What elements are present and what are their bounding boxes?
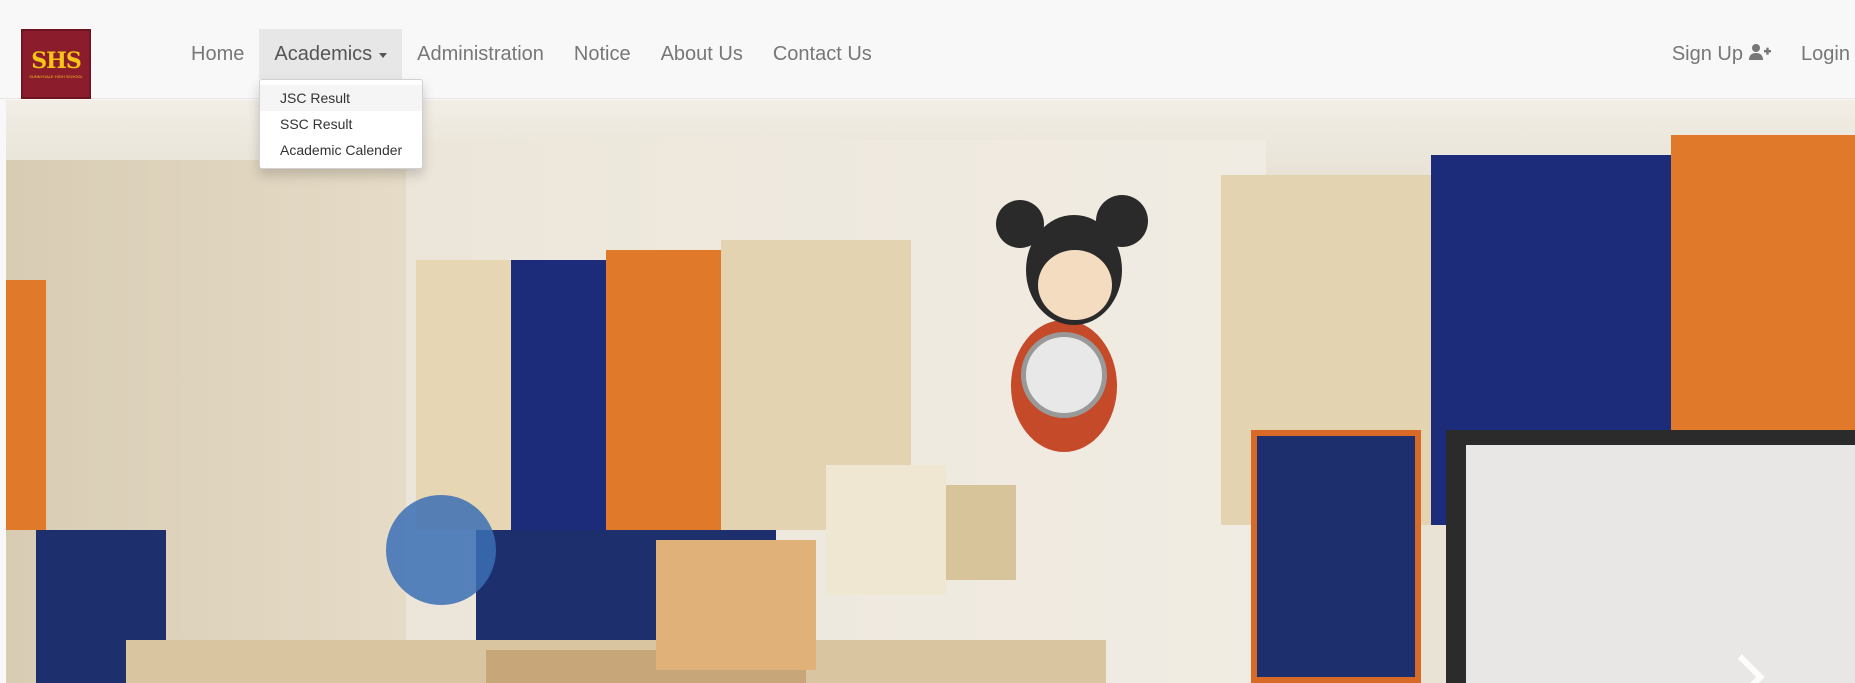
auth-nav: Sign Up Login	[1657, 29, 1855, 79]
menu-item-ssc-result[interactable]: SSC Result	[260, 111, 422, 137]
nav-academics-label: Academics	[274, 42, 373, 65]
logo-subtext: SUNNYDALE HIGH SCHOOL	[29, 73, 83, 79]
menu-item-jsc-result[interactable]: JSC Result	[260, 85, 422, 111]
logo-text: SHS	[31, 47, 82, 74]
menu-item-academic-calender[interactable]: Academic Calender	[260, 137, 422, 163]
signup-link[interactable]: Sign Up	[1657, 29, 1786, 79]
nav-administration[interactable]: Administration	[402, 29, 559, 79]
caret-down-icon	[379, 52, 388, 58]
nav-home[interactable]: Home	[176, 29, 259, 79]
nav-academics[interactable]: Academics	[259, 29, 403, 79]
nav-about-us[interactable]: About Us	[646, 29, 758, 79]
school-logo[interactable]: SHS SUNNYDALE HIGH SCHOOL	[21, 29, 91, 99]
nav-contact-us[interactable]: Contact Us	[758, 29, 887, 79]
login-link[interactable]: Login	[1786, 29, 1855, 79]
academics-dropdown: JSC Result SSC Result Academic Calender	[259, 79, 423, 169]
login-label: Login	[1801, 42, 1850, 65]
user-plus-icon	[1749, 43, 1771, 66]
hero-carousel-image	[6, 100, 1855, 683]
main-nav: Home Academics Administration Notice Abo…	[176, 29, 887, 79]
nav-notice[interactable]: Notice	[559, 29, 646, 79]
signup-label: Sign Up	[1671, 42, 1743, 65]
